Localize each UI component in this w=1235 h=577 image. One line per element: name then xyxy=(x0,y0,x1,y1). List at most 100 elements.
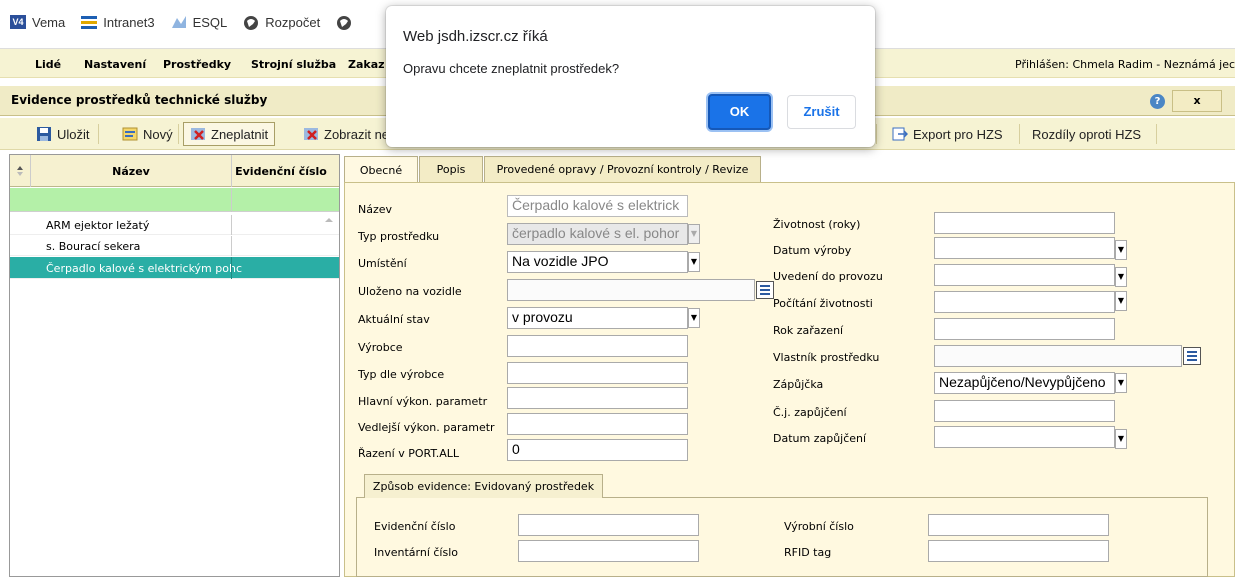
vyrobce-input[interactable] xyxy=(507,335,688,357)
uvedeni-input[interactable] xyxy=(934,264,1115,286)
datum-vyroby-input[interactable] xyxy=(934,237,1115,259)
items-grid: Název Evidenční číslo ARM ejektor ležatý… xyxy=(9,154,340,577)
invalidate-icon xyxy=(190,126,206,142)
label-ev-cislo: Evidenční číslo xyxy=(374,520,456,533)
export-hzs-button[interactable]: Export pro HZS xyxy=(886,122,1009,146)
label-nazev: Název xyxy=(358,203,393,216)
vedlejsi-input[interactable] xyxy=(507,413,688,435)
globe-icon xyxy=(336,15,352,30)
label-pocitani: Počítání životnosti xyxy=(773,297,873,310)
show-invalid-button[interactable]: Zobrazit ne xyxy=(297,122,395,146)
page-title: Evidence prostředků technické služby xyxy=(11,93,268,107)
separator xyxy=(1156,124,1157,144)
chevron-down-icon[interactable]: ▼ xyxy=(1115,267,1127,287)
label-ulozeno: Uloženo na vozidle xyxy=(358,285,462,298)
cancel-button[interactable]: Zrušit xyxy=(787,95,856,129)
typ-vyrobce-input[interactable] xyxy=(507,362,688,384)
chevron-down-icon[interactable]: ▼ xyxy=(1115,240,1127,260)
help-icon[interactable]: ? xyxy=(1150,94,1165,109)
grid-scrollbar[interactable] xyxy=(322,214,336,574)
logged-user: Přihlášen: Chmela Radim - Neznámá jec xyxy=(1015,58,1235,71)
label-datum-vyroby: Datum výroby xyxy=(773,244,852,257)
dialog-title: Web jsdh.izscr.cz říká xyxy=(403,28,548,45)
separator xyxy=(1019,124,1020,144)
tab-popis[interactable]: Popis xyxy=(419,156,483,182)
new-button[interactable]: Nový xyxy=(116,122,179,146)
menu-nastaveni[interactable]: Nastavení xyxy=(84,58,146,71)
label-vyr-cislo: Výrobní číslo xyxy=(784,520,854,533)
separator xyxy=(178,124,179,144)
bookmark-rozpocet[interactable]: Rozpočet xyxy=(243,15,320,30)
inv-cislo-input[interactable] xyxy=(518,540,699,562)
show-invalid-label: Zobrazit ne xyxy=(324,126,390,142)
stav-select[interactable]: v provozu xyxy=(507,307,688,329)
zapujcka-select[interactable]: Nezapůjčeno/Nevypůjčeno xyxy=(934,372,1115,394)
table-row[interactable]: s. Bourací sekera xyxy=(10,236,339,256)
menu-prostredky[interactable]: Prostředky xyxy=(163,58,231,71)
chevron-down-icon[interactable]: ▼ xyxy=(688,308,700,328)
label-hlavni: Hlavní výkon. parametr xyxy=(358,395,488,408)
zivotnost-input[interactable] xyxy=(934,212,1115,234)
menu-lide[interactable]: Lidé xyxy=(35,58,61,71)
close-button[interactable]: x xyxy=(1172,90,1222,112)
typ-select[interactable]: čerpadlo kalové s el. pohor xyxy=(507,223,688,245)
bookmark-intranet[interactable]: Intranet3 xyxy=(81,14,155,30)
dialog-message: Opravu chcete zneplatnit prostředek? xyxy=(403,61,620,76)
invalidate-icon xyxy=(303,126,319,142)
save-button[interactable]: Uložit xyxy=(30,122,96,146)
label-vedlejsi: Vedlejší výkon. parametr xyxy=(358,421,495,434)
ulozeno-input[interactable] xyxy=(507,279,755,301)
umisteni-select[interactable]: Na vozidle JPO xyxy=(507,251,688,273)
nazev-input[interactable]: Čerpadlo kalové s elektrick xyxy=(507,195,688,217)
label-rok: Rok zařazení xyxy=(773,324,844,337)
col-nazev[interactable]: Název xyxy=(31,155,232,187)
tab-obecne[interactable]: Obecné xyxy=(344,156,418,184)
sort-icon[interactable] xyxy=(10,155,31,187)
menu-zakazky[interactable]: Zakaz xyxy=(348,58,385,71)
new-icon xyxy=(122,126,138,142)
chevron-down-icon[interactable]: ▼ xyxy=(688,252,700,272)
label-cj: Č.j. zapůjčení xyxy=(773,406,847,419)
row-name: ARM ejektor ležatý xyxy=(46,219,150,232)
list-picker-icon[interactable] xyxy=(1183,347,1201,365)
bookmark-esql[interactable]: ESQL xyxy=(171,15,227,30)
tab-evidence[interactable]: Způsob evidence: Evidovaný prostředek xyxy=(364,474,603,498)
vyr-cislo-input[interactable] xyxy=(928,514,1109,536)
label-typ: Typ prostředku xyxy=(358,230,440,243)
filter-row[interactable] xyxy=(10,188,339,212)
bookmark-vema[interactable]: V4 Vema xyxy=(10,15,65,30)
tab-opravy[interactable]: Provedené opravy / Provozní kontroly / R… xyxy=(484,156,761,182)
label-uvedeni: Uvedení do provozu xyxy=(773,270,883,283)
hlavni-input[interactable] xyxy=(507,387,688,409)
save-label: Uložit xyxy=(57,126,90,142)
label-zivotnost: Životnost (roky) xyxy=(773,218,861,231)
chevron-down-icon[interactable]: ▼ xyxy=(1115,291,1127,311)
label-razeni: Řazení v PORT.ALL xyxy=(358,447,460,460)
bookmark-label: Intranet3 xyxy=(103,14,155,30)
bookmark-more[interactable] xyxy=(336,15,358,30)
pocitani-select[interactable] xyxy=(934,291,1115,313)
invalidate-button[interactable]: Zneplatnit xyxy=(183,122,276,146)
diff-hzs-button[interactable]: Rozdíly oproti HZS xyxy=(1026,122,1147,146)
chevron-down-icon[interactable]: ▼ xyxy=(688,224,700,244)
row-name: Čerpadlo kalové s elektrickým pohc xyxy=(46,262,242,275)
rok-input[interactable] xyxy=(934,318,1115,340)
table-row-selected[interactable]: Čerpadlo kalové s elektrickým pohc xyxy=(10,257,339,279)
datum-zapujceni-input[interactable] xyxy=(934,426,1115,448)
chevron-down-icon[interactable]: ▼ xyxy=(1115,373,1127,393)
separator xyxy=(98,124,99,144)
table-row[interactable]: ARM ejektor ležatý xyxy=(10,215,339,235)
menu-strojni-sluzba[interactable]: Strojní služba xyxy=(251,58,336,71)
col-evidencni-cislo[interactable]: Evidenční číslo xyxy=(232,155,330,187)
esql-icon xyxy=(171,15,187,29)
chevron-down-icon[interactable]: ▼ xyxy=(1115,429,1127,449)
rfid-input[interactable] xyxy=(928,540,1109,562)
new-label: Nový xyxy=(143,126,173,142)
row-name: s. Bourací sekera xyxy=(46,240,141,253)
cj-input[interactable] xyxy=(934,400,1115,422)
ok-button[interactable]: OK xyxy=(708,94,771,130)
vlastnik-input[interactable] xyxy=(934,345,1182,367)
ev-cislo-input[interactable] xyxy=(518,514,699,536)
razeni-input[interactable]: 0 xyxy=(507,439,688,461)
list-picker-icon[interactable] xyxy=(756,281,774,299)
